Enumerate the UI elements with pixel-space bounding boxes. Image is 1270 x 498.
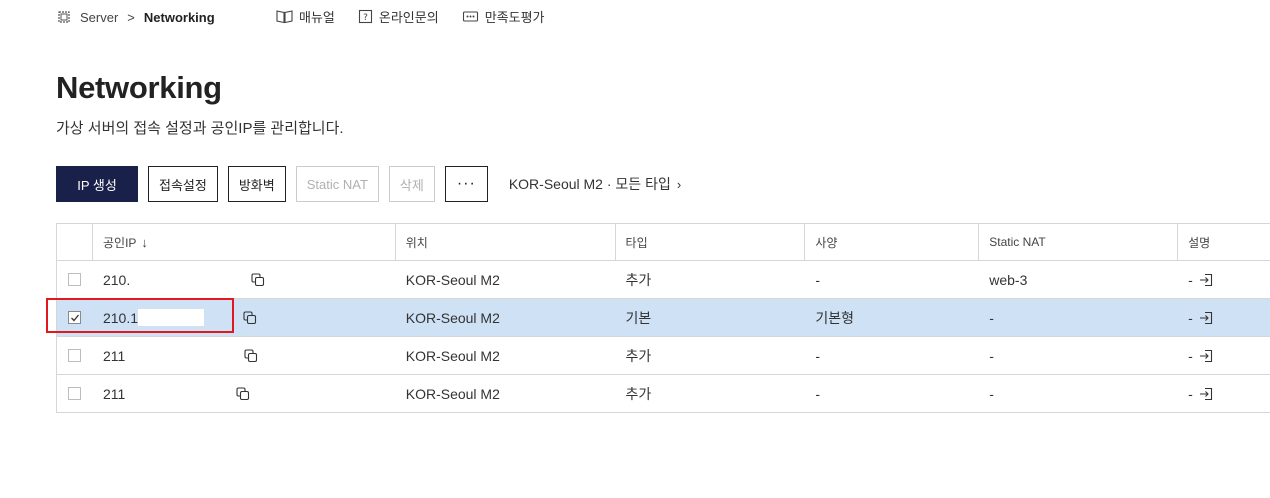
row-check-cell	[57, 261, 93, 298]
spec-cell: -	[815, 347, 821, 364]
svg-text:?: ?	[363, 13, 368, 23]
row-check-cell	[57, 337, 93, 374]
static-nat-cell: -	[989, 385, 994, 402]
row-check-cell	[57, 299, 93, 336]
header-ip[interactable]: 공인IP ↓	[93, 224, 396, 260]
page-title: Networking	[56, 70, 222, 105]
table-row[interactable]: 210.1 KOR-Seoul M2 기본 기본형 - -	[57, 299, 1270, 337]
toolbar: IP 생성 접속설정 방화벽 Static NAT 삭제 ··· KOR-Seo…	[56, 166, 681, 202]
book-icon	[276, 10, 293, 24]
top-links: 매뉴얼 ? 온라인문의 만족도평가	[276, 7, 568, 26]
row-checkbox[interactable]	[68, 273, 81, 286]
create-ip-button[interactable]: IP 생성	[56, 166, 138, 202]
table-row[interactable]: 211 KOR-Seoul M2 추가 - - -	[57, 337, 1270, 375]
location-cell: KOR-Seoul M2	[405, 309, 500, 326]
satisfaction-survey-link[interactable]: 만족도평가	[462, 7, 545, 26]
ip-value: 211	[102, 385, 126, 402]
spec-cell: -	[815, 271, 821, 288]
breadcrumb-separator: >	[127, 9, 135, 25]
more-button[interactable]: ···	[444, 166, 488, 202]
firewall-button[interactable]: 방화벽	[227, 166, 286, 202]
ip-cell: 211	[93, 337, 396, 374]
static-nat-cell: web-3	[989, 271, 1028, 288]
header-check-cell	[57, 224, 93, 260]
delete-button[interactable]: 삭제	[388, 166, 435, 202]
location-cell: KOR-Seoul M2	[405, 347, 500, 364]
region-type-filter[interactable]: KOR-Seoul M2 · 모든 타입 ›	[509, 174, 681, 194]
table-row[interactable]: 211 KOR-Seoul M2 추가 - - -	[57, 375, 1270, 413]
manual-label: 매뉴얼	[299, 10, 335, 25]
satisfaction-survey-label: 만족도평가	[484, 10, 545, 25]
header-location: 위치	[396, 224, 616, 260]
question-icon: ?	[358, 9, 372, 24]
breadcrumb-current: Networking	[143, 9, 215, 25]
ip-cell: 210.	[93, 261, 396, 298]
static-nat-button[interactable]: Static NAT	[295, 166, 379, 202]
row-checkbox[interactable]	[68, 349, 81, 362]
ip-value: 211	[102, 347, 126, 364]
edit-enter-icon[interactable]	[1199, 387, 1213, 401]
row-checkbox[interactable]	[68, 387, 81, 400]
online-inquiry-link[interactable]: ? 온라인문의	[358, 7, 439, 26]
ip-value: 210.1	[102, 309, 139, 326]
chat-icon	[462, 11, 478, 22]
header-static-nat: Static NAT	[979, 224, 1179, 260]
spec-cell: 기본형	[815, 309, 855, 326]
static-nat-cell: -	[989, 347, 994, 364]
online-inquiry-label: 온라인문의	[378, 10, 439, 25]
description-value: -	[1188, 271, 1193, 288]
type-cell: 기본	[625, 309, 652, 326]
ip-table: 공인IP ↓ 위치 타입 사양 Static NAT 설명 210. KOR-S…	[56, 223, 1270, 413]
server-chip-icon	[56, 9, 72, 25]
header-spec: 사양	[805, 224, 980, 260]
page-description: 가상 서버의 접속 설정과 공인IP를 관리합니다.	[56, 120, 344, 137]
type-cell: 추가	[625, 385, 652, 402]
table-header: 공인IP ↓ 위치 타입 사양 Static NAT 설명	[57, 224, 1270, 261]
row-check-cell	[57, 375, 93, 412]
manual-link[interactable]: 매뉴얼	[276, 7, 335, 26]
header-ip-label: 공인IP	[102, 235, 137, 250]
static-nat-cell: -	[989, 309, 994, 326]
header-type: 타입	[616, 224, 806, 260]
redacted-region	[138, 309, 205, 326]
breadcrumb: Server > Networking	[56, 7, 215, 27]
sort-down-icon[interactable]: ↓	[141, 235, 148, 250]
edit-enter-icon[interactable]	[1199, 311, 1213, 325]
copy-icon[interactable]	[236, 386, 250, 401]
description-cell: -	[1178, 261, 1270, 298]
description-cell: -	[1178, 337, 1270, 374]
access-settings-button[interactable]: 접속설정	[148, 166, 218, 202]
ip-value: 210.	[102, 271, 131, 288]
ip-cell: 210.1	[93, 299, 396, 336]
header-description: 설명	[1188, 235, 1211, 250]
description-value: -	[1188, 347, 1193, 364]
edit-enter-icon[interactable]	[1199, 349, 1213, 363]
row-checkbox[interactable]	[68, 311, 81, 324]
checkmark-icon	[70, 314, 79, 321]
copy-icon[interactable]	[244, 348, 258, 363]
chevron-right-icon: ›	[676, 176, 682, 192]
copy-icon[interactable]	[251, 272, 265, 287]
location-cell: KOR-Seoul M2	[405, 271, 500, 288]
filter-label: KOR-Seoul M2 · 모든 타입	[508, 176, 671, 192]
spec-cell: -	[815, 385, 821, 402]
type-cell: 추가	[625, 347, 652, 364]
ip-cell: 211	[93, 375, 396, 412]
breadcrumb-root[interactable]: Server	[80, 10, 118, 25]
edit-enter-icon[interactable]	[1199, 273, 1213, 287]
type-cell: 추가	[625, 271, 652, 288]
table-row[interactable]: 210. KOR-Seoul M2 추가 - web-3 -	[57, 261, 1270, 299]
description-cell: -	[1178, 299, 1270, 336]
copy-icon[interactable]	[243, 310, 257, 325]
location-cell: KOR-Seoul M2	[405, 385, 500, 402]
description-value: -	[1188, 385, 1193, 402]
description-value: -	[1188, 309, 1193, 326]
description-cell: -	[1178, 375, 1270, 412]
